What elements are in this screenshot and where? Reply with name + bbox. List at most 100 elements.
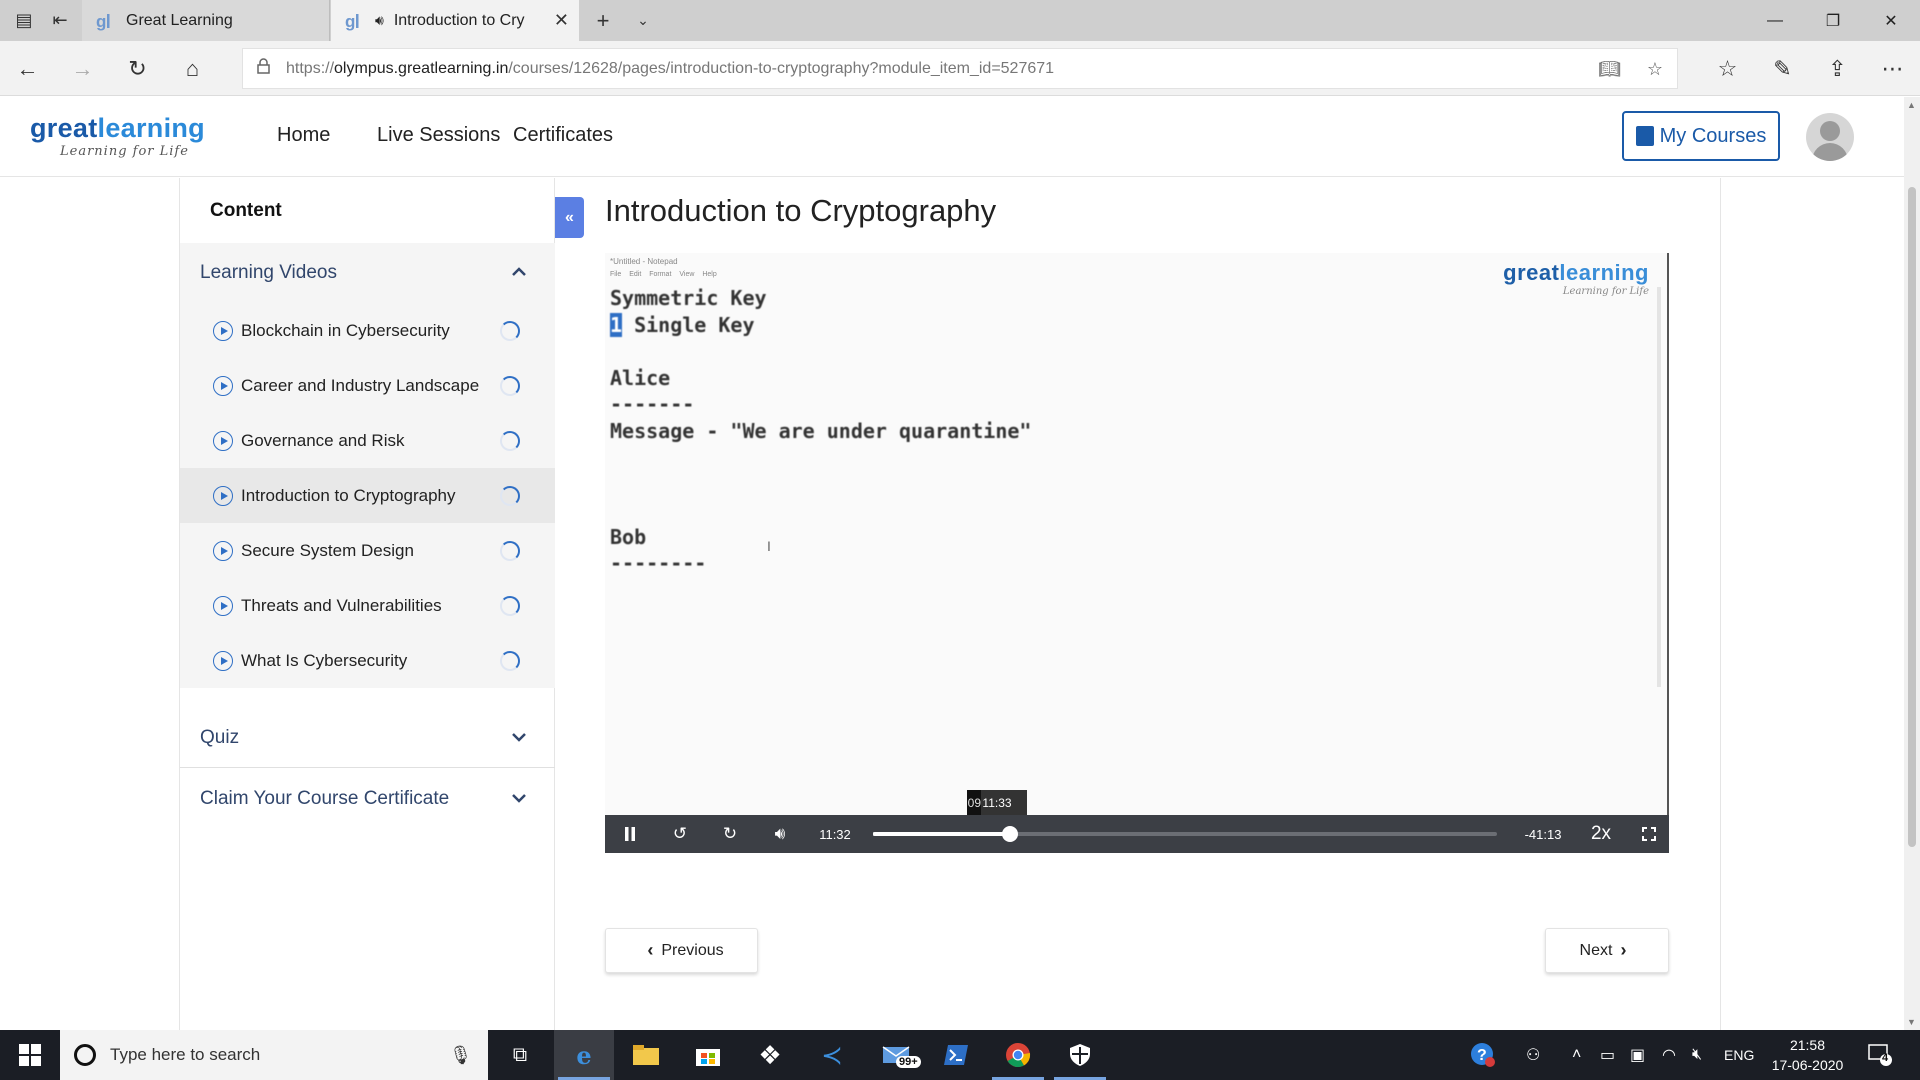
favorite-star-icon[interactable]: ☆	[1647, 49, 1663, 90]
sidebar-header: Content	[210, 200, 282, 221]
video-player[interactable]: *Untitled - Notepad File Edit Format Vie…	[605, 253, 1669, 853]
notes-icon[interactable]: ✎	[1755, 41, 1810, 96]
restore-icon[interactable]: ❐	[1804, 0, 1862, 41]
nav-home[interactable]: Home	[277, 124, 330, 147]
forward-button[interactable]: ↻	[713, 815, 747, 853]
collapse-sidebar-button[interactable]: «	[555, 197, 584, 238]
show-hidden-icons-chevron[interactable]: ˄	[1572, 1030, 1581, 1080]
set-aside-tabs-icon[interactable]: ⇤	[42, 0, 78, 41]
previous-button[interactable]: ‹ Previous	[605, 928, 758, 973]
tab-manager-icon[interactable]: ▤	[6, 0, 42, 41]
pause-button[interactable]	[613, 815, 647, 853]
video-item-blockchain[interactable]: Blockchain in Cybersecurity	[180, 303, 555, 358]
rewind-icon: ↺	[672, 824, 688, 843]
task-view-icon[interactable]: ⧉	[490, 1030, 550, 1080]
video-item-governance[interactable]: Governance and Risk	[180, 413, 555, 468]
reading-view-icon[interactable]: 📖︎	[1598, 49, 1621, 90]
great-learning-logo[interactable]: greatlearning Learning for Life	[30, 113, 205, 159]
taskbar-clock[interactable]: 21:58 17-06-2020	[1765, 1035, 1850, 1075]
video-frame[interactable]: *Untitled - Notepad File Edit Format Vie…	[605, 253, 1669, 815]
clock-date: 17-06-2020	[1771, 1057, 1844, 1073]
volume-muted-icon[interactable]: 🔇︎	[1692, 1030, 1702, 1080]
taskbar-search[interactable]: Type here to search 🎙︎	[60, 1030, 488, 1080]
playback-speed-button[interactable]: 2x	[1580, 815, 1622, 853]
tab-introduction-to-cryptography[interactable]: g 🔊︎ Introduction to Cry ✕	[331, 0, 579, 41]
close-window-icon[interactable]: ✕	[1862, 0, 1920, 41]
chrome-icon[interactable]	[988, 1030, 1048, 1080]
tab-great-learning[interactable]: g Great Learning	[82, 0, 330, 41]
share-icon[interactable]: ⇪	[1810, 41, 1865, 96]
people-icon[interactable]: ⚇	[1526, 1030, 1540, 1080]
scroll-up-icon[interactable]: ▲	[1907, 100, 1916, 110]
nav-live-sessions[interactable]: Live Sessions	[377, 124, 500, 147]
video-item-what-is-cybersecurity[interactable]: What Is Cybersecurity	[180, 633, 555, 688]
mail-icon[interactable]: 99+	[866, 1030, 926, 1080]
section-learning-videos[interactable]: Learning Videos	[180, 243, 555, 303]
video-item-secure-design[interactable]: Secure System Design	[180, 523, 555, 578]
video-item-cryptography[interactable]: Introduction to Cryptography	[180, 468, 555, 523]
page-scrollbar-thumb[interactable]	[1908, 187, 1916, 847]
chevron-down-icon[interactable]	[511, 729, 527, 747]
progress-ring-icon	[500, 485, 520, 506]
watermark-great: great	[1503, 260, 1560, 285]
scroll-down-icon[interactable]: ▼	[1907, 1017, 1916, 1027]
seek-bar[interactable]	[873, 826, 1497, 842]
notepad-menu: File Edit Format View Help	[610, 271, 717, 278]
search-placeholder: Type here to search	[110, 1045, 261, 1064]
my-courses-button[interactable]: My Courses	[1622, 111, 1780, 161]
fullscreen-button[interactable]	[1632, 815, 1666, 853]
rewind-button[interactable]: ↺	[663, 815, 697, 853]
chevron-down-icon[interactable]: ⌄	[628, 0, 658, 41]
edge-browser-icon[interactable]: e	[554, 1030, 614, 1080]
home-icon[interactable]: ⌂	[165, 41, 220, 96]
device-icon[interactable]: ▣	[1630, 1030, 1645, 1080]
file-explorer-icon[interactable]	[616, 1030, 676, 1080]
address-bar[interactable]: https://olympus.greatlearning.in/courses…	[242, 48, 1678, 89]
notepad-title: *Untitled - Notepad	[610, 257, 678, 266]
powershell-icon[interactable]	[926, 1030, 986, 1080]
forward-icon[interactable]: →	[55, 41, 110, 96]
seek-bar-thumb[interactable]	[1002, 826, 1018, 842]
chevron-up-icon[interactable]	[511, 264, 527, 282]
help-icon[interactable]: ?	[1470, 1030, 1496, 1080]
video-title: Introduction to Cryptography	[241, 485, 456, 505]
more-icon[interactable]: ⋯	[1865, 41, 1920, 96]
play-circle-icon	[213, 540, 233, 561]
language-indicator[interactable]: ENG	[1724, 1030, 1754, 1080]
back-icon[interactable]: ←	[0, 41, 55, 96]
video-item-threats[interactable]: Threats and Vulnerabilities	[180, 578, 555, 633]
next-button[interactable]: Next ›	[1545, 928, 1669, 973]
avatar[interactable]	[1806, 113, 1854, 161]
close-tab-icon[interactable]: ✕	[554, 10, 569, 31]
speaker-icon[interactable]: 🔊︎	[375, 12, 384, 29]
battery-icon[interactable]: ▭	[1600, 1030, 1615, 1080]
page-scrollbar[interactable]: ▲ ▼	[1904, 97, 1920, 1030]
favorites-icon[interactable]: ☆	[1700, 41, 1755, 96]
store-icon[interactable]	[678, 1030, 738, 1080]
section-claim-certificate[interactable]: Claim Your Course Certificate	[180, 769, 555, 829]
page-title: Introduction to Cryptography	[605, 193, 997, 228]
chevron-down-icon[interactable]	[511, 790, 527, 808]
chevron-left-icon: ‹	[647, 940, 654, 960]
video-title: Career and Industry Landscape	[241, 375, 480, 395]
section-label: Quiz	[200, 726, 240, 748]
action-center-icon[interactable]: 4	[1868, 1030, 1892, 1080]
vscode-icon[interactable]: ≺	[802, 1030, 862, 1080]
dropbox-icon[interactable]: ❖	[740, 1030, 800, 1080]
great-learning-favicon: g	[94, 11, 114, 31]
section-quiz[interactable]: Quiz	[180, 708, 555, 768]
start-button[interactable]	[0, 1030, 60, 1080]
nav-certificates[interactable]: Certificates	[513, 124, 613, 147]
progress-ring-icon	[500, 375, 520, 396]
refresh-icon[interactable]: ↻	[110, 41, 165, 96]
security-shield-icon[interactable]	[1050, 1030, 1110, 1080]
microphone-icon[interactable]: 🎙︎	[449, 1045, 472, 1066]
video-item-career[interactable]: Career and Industry Landscape	[180, 358, 555, 413]
minimize-icon[interactable]: —	[1746, 0, 1804, 41]
browser-title-bar: ▤ ⇤ g Great Learning g 🔊︎ Introduction t…	[0, 0, 1920, 41]
new-tab-icon[interactable]: +	[588, 0, 618, 41]
volume-button[interactable]: 🔊︎	[763, 815, 797, 853]
wifi-icon[interactable]: ◠	[1662, 1030, 1676, 1080]
logo-tagline: Learning for Life	[60, 144, 189, 159]
avatar-body	[1812, 143, 1848, 161]
